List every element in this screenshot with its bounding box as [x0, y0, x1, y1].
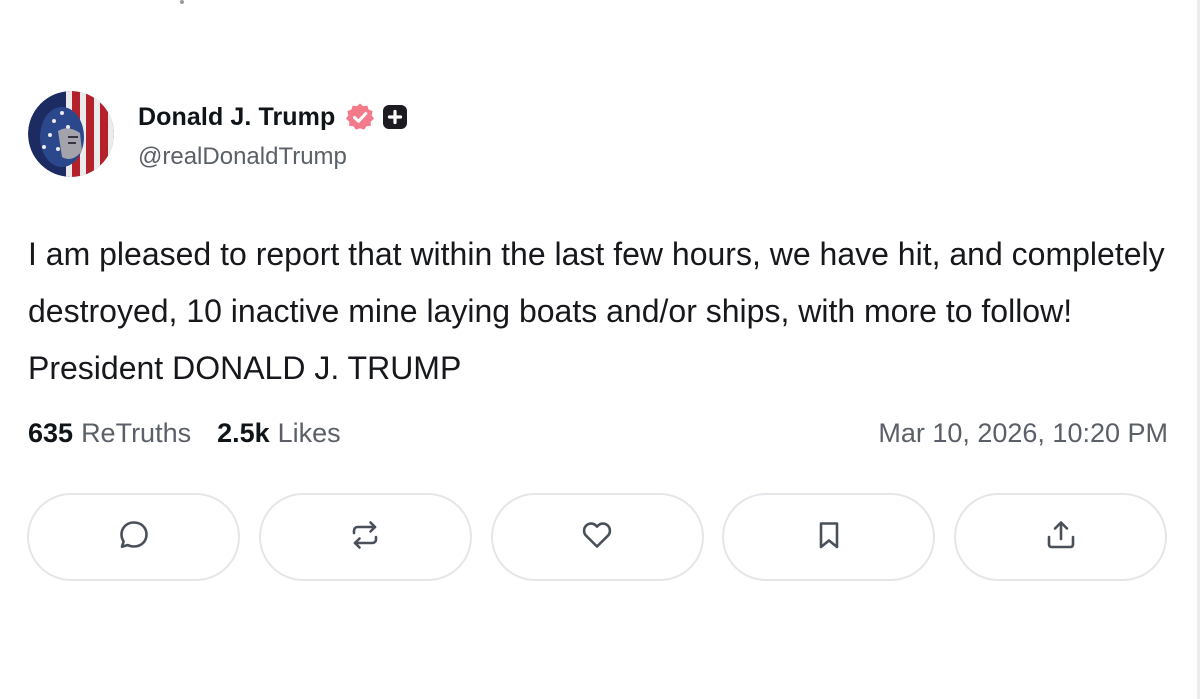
likes-label[interactable]: Likes: [278, 418, 341, 449]
avatar[interactable]: [28, 91, 114, 177]
author-handle[interactable]: @realDonaldTrump: [138, 143, 407, 171]
retruth-button[interactable]: [258, 493, 472, 581]
author-name[interactable]: Donald J. Trump: [138, 103, 335, 132]
bookmark-icon: [812, 518, 846, 557]
post-header: Donald J. Trump @realDonaldTrump: [28, 90, 1168, 178]
plus-badge-icon: [383, 105, 408, 129]
likes-count[interactable]: 2.5k: [217, 418, 270, 449]
bookmark-button[interactable]: [722, 493, 936, 581]
comment-icon: [117, 518, 151, 557]
verified-badge-icon: [345, 102, 375, 132]
post-screen: Donald J. Trump @realDonaldTrump I am pl…: [0, 0, 1200, 699]
like-button[interactable]: [490, 493, 704, 581]
author-info: Donald J. Trump @realDonaldTrump: [138, 97, 408, 171]
share-icon: [1044, 518, 1078, 557]
reply-button[interactable]: [27, 493, 240, 581]
action-bar: [27, 493, 1167, 581]
name-row: Donald J. Trump: [138, 97, 408, 137]
share-button[interactable]: [954, 493, 1167, 581]
post-timestamp: Mar 10, 2026, 10:20 PM: [878, 417, 1168, 448]
top-edge-mark: [180, 0, 184, 4]
post-stats: 635 ReTruths 2.5k Likes Mar 10, 2026, 10…: [28, 413, 1168, 453]
heart-icon: [580, 518, 614, 557]
repost-icon: [348, 518, 382, 557]
truth-post: Donald J. Trump @realDonaldTrump I am pl…: [28, 90, 1168, 453]
retruths-count[interactable]: 635: [28, 418, 73, 449]
post-text: I am pleased to report that within the l…: [28, 236, 1165, 386]
retruths-label[interactable]: ReTruths: [81, 418, 191, 449]
